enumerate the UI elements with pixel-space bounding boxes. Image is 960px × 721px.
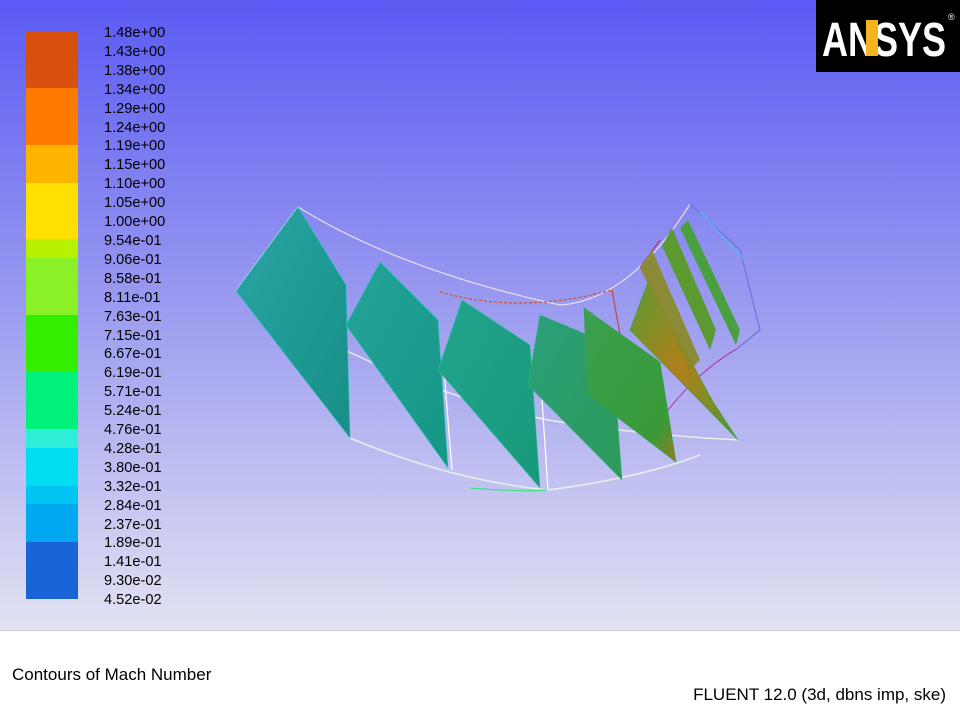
- svg-text:ANSYS: ANSYS: [822, 14, 946, 67]
- graphics-viewport[interactable]: 1.48e+00 1.43e+00 1.38e+00 1.34e+00 1.29e+00…: [0, 0, 960, 630]
- ansys-logo: ANSYS ®: [816, 0, 960, 72]
- plot-title: Contours of Mach Number: [12, 665, 212, 684]
- mach-contour-geometry: [235, 203, 761, 492]
- plot-footer: Contours of Mach Number FLUENT 12.0 (3d,…: [0, 630, 960, 721]
- contour-sheet-1: [235, 206, 351, 439]
- solver-info: FLUENT 12.0 (3d, dbns imp, ske): [693, 685, 946, 704]
- contour-sheet-2: [345, 261, 449, 470]
- contour-sheets: [235, 206, 740, 489]
- svg-text:®: ®: [948, 12, 955, 22]
